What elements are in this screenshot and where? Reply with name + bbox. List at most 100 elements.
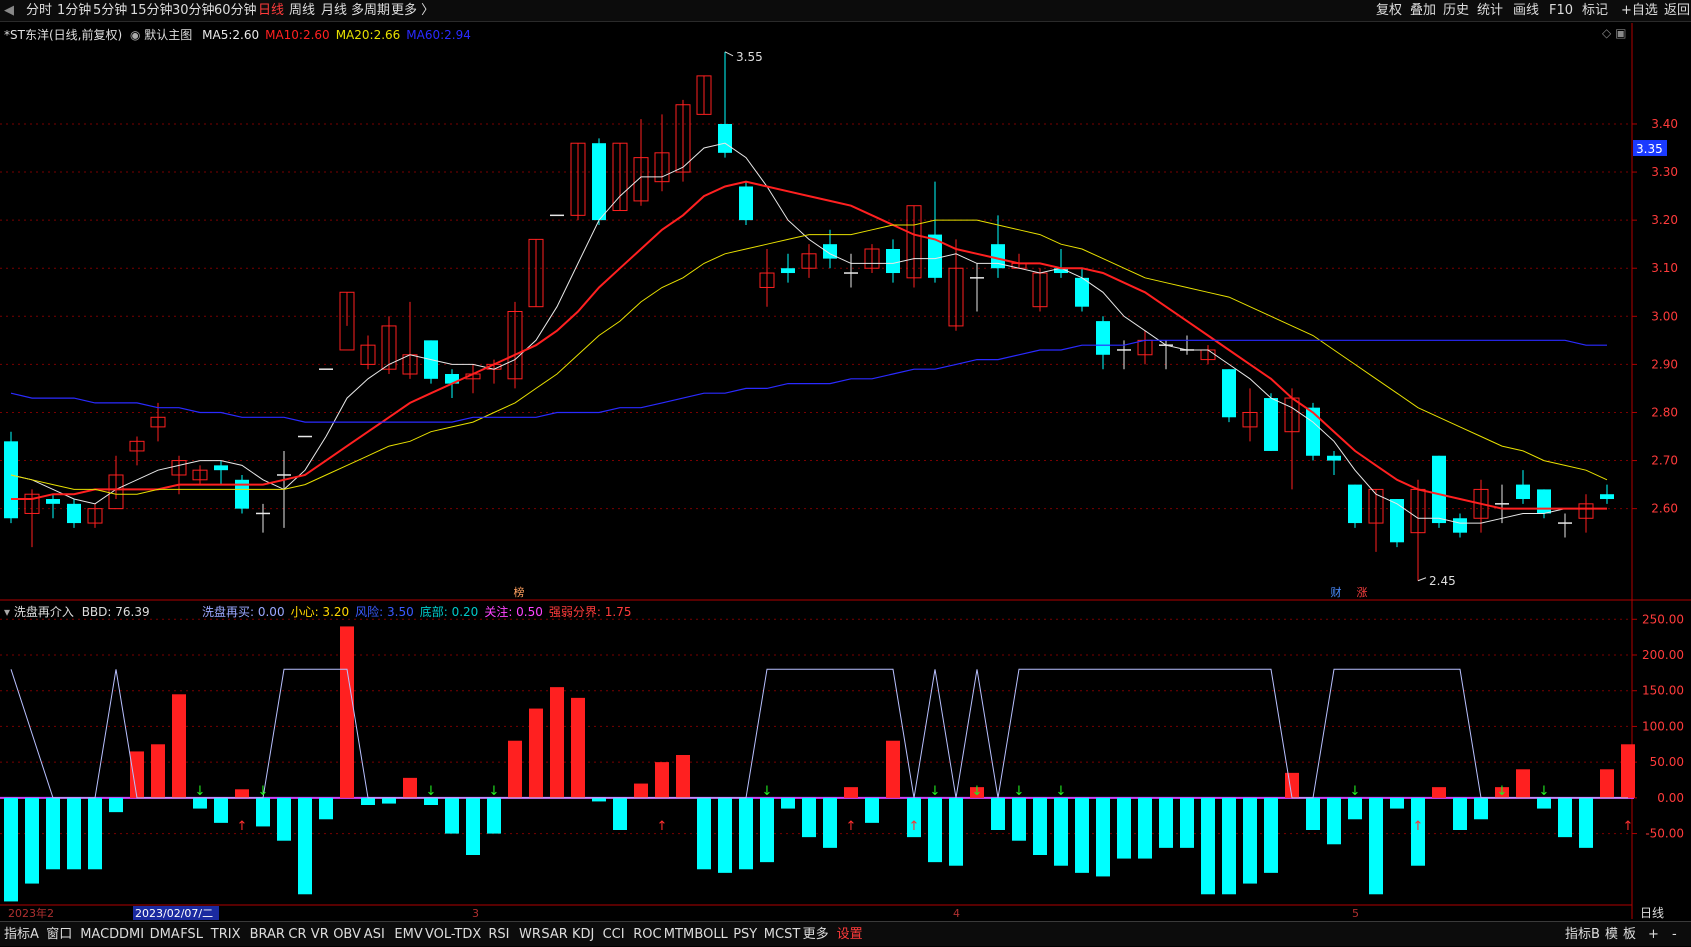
indicator-bar: [781, 797, 795, 809]
indicator-bar: [88, 797, 102, 870]
diamond-icon[interactable]: ◇: [1602, 26, 1611, 40]
ma-number: 2.66: [373, 28, 401, 42]
indicator-tab[interactable]: CCI: [603, 922, 625, 947]
indicator-tab[interactable]: OBV: [333, 922, 361, 947]
indicator-bar: [25, 797, 39, 884]
x-axis-label: 2023年2: [8, 906, 54, 920]
indicator-tab[interactable]: MACD: [80, 922, 119, 947]
toolbar-button[interactable]: 叠加: [1410, 0, 1436, 22]
indicator-tick-label: -50.00: [1645, 827, 1684, 841]
timeframe-tab[interactable]: 1分钟: [57, 0, 91, 22]
indicator-tab[interactable]: VOL-TDX: [425, 922, 481, 947]
bottom-control[interactable]: 板: [1623, 922, 1636, 947]
indicator-tab[interactable]: 设置: [837, 922, 863, 947]
indicator-tab[interactable]: EMV: [394, 922, 422, 947]
indicator-tab[interactable]: DMI: [119, 922, 144, 947]
timeframe-tab[interactable]: 5分钟: [93, 0, 127, 22]
indicator-bar: [151, 744, 165, 798]
indicator-bar: [319, 797, 333, 820]
indicator-bar: [256, 797, 270, 827]
up-arrow-icon: ↑: [657, 819, 668, 834]
indicator-bar: [1159, 797, 1173, 848]
bottom-control[interactable]: 模: [1605, 922, 1618, 947]
indicator-tab[interactable]: KDJ: [572, 922, 594, 947]
timeframe-tab[interactable]: 多周期: [351, 0, 390, 22]
timeframe-tab[interactable]: 分时: [26, 0, 52, 22]
indicator-value: 强弱分界: 1.75: [548, 605, 632, 619]
indicator-bar: [1516, 769, 1530, 798]
toolbar-button[interactable]: 统计: [1477, 0, 1503, 22]
timeframe-tab[interactable]: 周线: [289, 0, 315, 22]
ma-value-1: MA10:2.60: [265, 28, 330, 42]
indicator-bar: [193, 797, 207, 809]
candle-body: [1516, 484, 1530, 500]
indicator-bar: [382, 797, 396, 804]
timeframe-tab[interactable]: 日线: [258, 0, 284, 22]
candle-body: [592, 143, 606, 221]
indicator-tick-label: 100.00: [1642, 719, 1684, 733]
indicator-tab[interactable]: 窗口: [46, 922, 72, 947]
timeframe-tab[interactable]: 15分钟: [130, 0, 173, 22]
toolbar-button[interactable]: +自选: [1621, 0, 1658, 22]
toolbar-button[interactable]: 复权: [1376, 0, 1402, 22]
indicator-tab[interactable]: PSY: [733, 922, 757, 947]
chevron-left-icon[interactable]: ◀: [4, 0, 14, 22]
indicator-tab[interactable]: MTM: [664, 922, 694, 947]
indicator-bar: [109, 797, 123, 813]
indicator-bar: [487, 797, 501, 834]
indicator-tab[interactable]: BRAR: [250, 922, 285, 947]
settings-circle-icon[interactable]: ◉: [130, 28, 140, 42]
toolbar-button[interactable]: F10: [1549, 0, 1573, 22]
indicator-bar: [739, 797, 753, 870]
indicator-tab[interactable]: 指标A: [4, 922, 39, 947]
indicator-tab[interactable]: WR: [519, 922, 541, 947]
low-pointer: [1417, 577, 1427, 582]
event-marker: 榜: [514, 585, 525, 599]
indicator-tab[interactable]: SAR: [541, 922, 567, 947]
indicator-tab[interactable]: FSL: [180, 922, 203, 947]
indicator-menu-icon[interactable]: ▾: [4, 605, 10, 619]
indicator-tab[interactable]: DMA: [150, 922, 180, 947]
indicator-tab[interactable]: TRIX: [211, 922, 241, 947]
window-icon[interactable]: ▣: [1615, 26, 1626, 40]
indicator-tab[interactable]: CR: [288, 922, 306, 947]
timeframe-tab[interactable]: 更多 〉: [391, 0, 434, 22]
template-name[interactable]: 默认主图: [144, 28, 192, 42]
toolbar-button[interactable]: 历史: [1443, 0, 1469, 22]
indicator-bar: [235, 789, 249, 798]
indicator-bar: [1348, 797, 1362, 820]
indicator-tab[interactable]: ROC: [633, 922, 661, 947]
indicator-tab[interactable]: BOLL: [694, 922, 727, 947]
toolbar-button[interactable]: 返回: [1664, 0, 1690, 22]
indicator-bar: [760, 797, 774, 863]
indicator-bar: [1033, 797, 1047, 855]
candle-body: [1096, 321, 1110, 355]
bottom-control[interactable]: -: [1672, 922, 1677, 947]
indicator-tab[interactable]: 更多: [803, 922, 829, 947]
ma-value-0: MA5:2.60: [202, 28, 259, 42]
last-price-label: 3.35: [1636, 142, 1663, 156]
indicator-bar: [865, 797, 879, 823]
timeframe-tab[interactable]: 60分钟: [214, 0, 257, 22]
indicator-tab[interactable]: RSI: [488, 922, 509, 947]
bottom-control[interactable]: 指标B: [1565, 922, 1600, 947]
timeframe-tab[interactable]: 30分钟: [172, 0, 215, 22]
ma-number: 2.94: [444, 28, 471, 42]
toolbar-button[interactable]: 画线: [1513, 0, 1539, 22]
stock-chart[interactable]: 2.60 2.70 2.80 2.90 3.00 3.10 3.20 3.30 3.40 3.35…: [0, 23, 1691, 921]
ma-values: MA5:2.60 MA10:2.60 MA20:2.66 MA60:2.94: [196, 28, 471, 42]
candle-body: [214, 465, 228, 471]
indicator-tab[interactable]: ASI: [364, 922, 385, 947]
indicator-bar: [1075, 797, 1089, 873]
timeframe-tab[interactable]: 月线: [321, 0, 347, 22]
bottom-control[interactable]: +: [1648, 922, 1659, 947]
indicator-value: 洗盘再买: 0.00: [202, 605, 285, 619]
indicator-name[interactable]: 洗盘再介入: [14, 605, 74, 619]
candle-body: [739, 186, 753, 221]
toolbar-button[interactable]: 标记: [1582, 0, 1608, 22]
indicator-bar: [1222, 797, 1236, 895]
indicator-tab[interactable]: VR: [311, 922, 329, 947]
ma-value-3: MA60:2.94: [406, 28, 471, 42]
indicator-bar: [1390, 797, 1404, 809]
indicator-tab[interactable]: MCST: [764, 922, 801, 947]
